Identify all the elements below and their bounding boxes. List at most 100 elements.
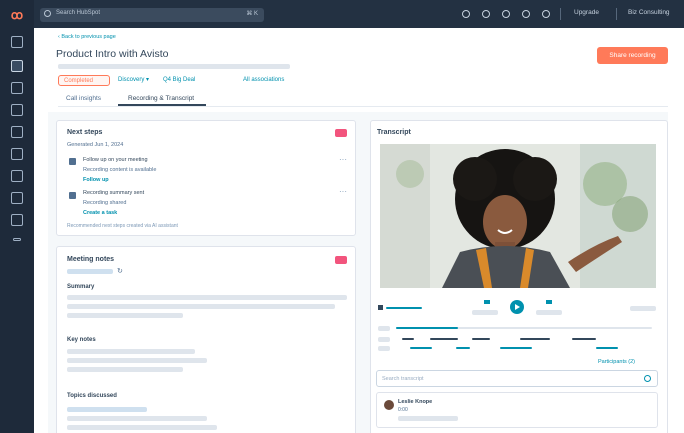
volume-icon[interactable] [378, 305, 383, 310]
speech-segment[interactable] [596, 347, 618, 349]
speech-segment[interactable] [430, 338, 458, 340]
topic-line [67, 425, 217, 430]
tab-call-insights[interactable]: Call insights [66, 95, 101, 102]
notes-meta [67, 269, 113, 274]
refresh-icon[interactable]: ↻ [117, 267, 123, 275]
marketplace-icon[interactable] [482, 10, 490, 18]
stage-dropdown[interactable]: Discovery ▾ [118, 75, 149, 86]
beta-badge [335, 129, 347, 137]
beta-badge [335, 256, 347, 264]
next-steps-date: Generated Jun 1, 2024 [67, 142, 124, 148]
speech-segment[interactable] [520, 338, 550, 340]
next-steps-footer: Recommended next steps created via AI as… [67, 223, 178, 229]
speech-segment[interactable] [472, 338, 490, 340]
forward-label [536, 310, 562, 315]
tab-divider [58, 106, 668, 107]
next-steps-title: Next steps [67, 129, 103, 136]
task-icon [69, 192, 76, 199]
speaker-timestamp: 0:00 [398, 407, 408, 413]
back-link[interactable]: ‹ Back to previous page [58, 34, 116, 40]
step-2-title: Recording summary sent [83, 190, 145, 196]
contacts-icon[interactable] [11, 60, 23, 72]
key-note-line [67, 358, 207, 363]
forward-icon[interactable] [546, 300, 552, 304]
hubspot-logo-icon[interactable]: ꝏ [10, 8, 24, 22]
video-frame-image [380, 144, 656, 288]
divider [560, 8, 561, 20]
key-note-line [67, 349, 195, 354]
automation-icon[interactable] [11, 148, 23, 160]
summary-line [67, 295, 347, 300]
sales-icon[interactable] [11, 104, 23, 116]
progress-fill [396, 327, 458, 329]
speech-segment[interactable] [410, 347, 432, 349]
key-notes-heading: Key notes [67, 337, 96, 343]
step-2-desc: Recording shared [83, 200, 127, 206]
settings-gear-icon[interactable] [522, 10, 530, 18]
speaker-1-label [378, 337, 390, 342]
search-shortcut: ⌘ K [246, 11, 258, 17]
subtitle-placeholder [58, 64, 290, 69]
summary-heading: Summary [67, 284, 95, 290]
deal-link[interactable]: Q4 Big Deal [163, 75, 195, 86]
rewind-label [472, 310, 498, 315]
page-title: Product Intro with Avisto [56, 48, 169, 60]
avatar [384, 400, 394, 410]
collapse-icon[interactable] [13, 238, 21, 241]
marketing-icon[interactable] [11, 82, 23, 94]
transcript-title: Transcript [377, 129, 411, 136]
global-search-input[interactable]: Search HubSpot ⌘ K [40, 8, 264, 22]
reporting-icon[interactable] [11, 170, 23, 182]
participants-toggle[interactable]: Participants (2) [598, 359, 635, 365]
speech-segment[interactable] [500, 347, 532, 349]
next-steps-card: Next steps Generated Jun 1, 2024 Follow … [56, 120, 356, 236]
transcript-entry[interactable] [376, 392, 658, 428]
follow-up-link[interactable]: Follow up [83, 177, 109, 183]
volume-slider[interactable] [386, 307, 422, 309]
key-note-line [67, 367, 183, 372]
rewind-icon[interactable] [484, 300, 490, 304]
library-icon[interactable] [11, 192, 23, 204]
topic-line [67, 416, 207, 421]
more-tools-icon[interactable] [11, 214, 23, 226]
upgrade-link[interactable]: Upgrade [574, 9, 599, 16]
calling-icon[interactable] [462, 10, 470, 18]
video-player[interactable] [380, 144, 656, 288]
create-task-link[interactable]: Create a task [83, 210, 117, 216]
more-options-icon[interactable]: ··· [339, 155, 347, 164]
bookmarks-icon[interactable] [11, 36, 23, 48]
associations-link[interactable]: All associations [243, 75, 284, 86]
meeting-notes-card: Meeting notes ↻ Summary Key notes Topics… [56, 246, 356, 433]
service-icon[interactable] [11, 126, 23, 138]
status-chip[interactable]: Completed [58, 75, 110, 86]
meeting-icon [69, 158, 76, 165]
transcript-line [398, 416, 458, 421]
playback-speed[interactable] [630, 306, 656, 311]
step-1-title: Follow up on your meeting [83, 157, 148, 163]
more-options-icon[interactable]: ··· [339, 187, 347, 196]
tab-recording-transcript[interactable]: Recording & Transcript [128, 95, 194, 102]
search-icon[interactable] [644, 375, 651, 382]
transcript-search-input[interactable]: Search transcript [376, 370, 658, 387]
speech-segment[interactable] [456, 347, 470, 349]
timeline-label [378, 326, 390, 331]
notifications-bell-icon[interactable] [542, 10, 550, 18]
play-button[interactable] [510, 300, 524, 314]
search-placeholder: Search HubSpot [56, 10, 101, 16]
speaker-2-label [378, 346, 390, 351]
meeting-notes-title: Meeting notes [67, 256, 115, 263]
speaker-name: Leslie Knope [398, 399, 433, 405]
topics-heading: Topics discussed [67, 393, 117, 399]
left-navigation-rail: ꝏ [0, 0, 34, 433]
account-menu[interactable]: Biz Consulting [628, 9, 670, 16]
summary-line [67, 304, 335, 309]
summary-line [67, 313, 183, 318]
top-bar: Search HubSpot ⌘ K Upgrade Biz Consultin… [34, 0, 684, 28]
divider [616, 8, 617, 20]
step-1-desc: Recording content is available [83, 167, 157, 173]
topic-line [67, 407, 147, 412]
speech-segment[interactable] [572, 338, 596, 340]
share-recording-button[interactable]: Share recording [597, 47, 668, 64]
help-icon[interactable] [502, 10, 510, 18]
speech-segment[interactable] [402, 338, 414, 340]
